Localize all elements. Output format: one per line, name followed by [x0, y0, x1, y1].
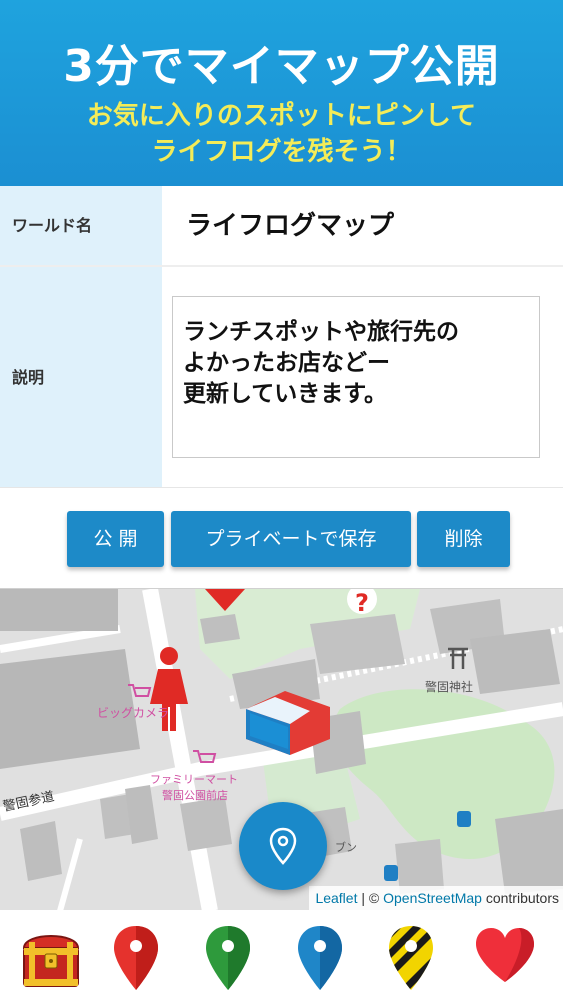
red-pin-icon	[114, 926, 158, 990]
blue-pin-button[interactable]	[294, 924, 346, 994]
description-textarea[interactable]: ランチスポットや旅行先の よかったお店などー 更新していきます。	[172, 296, 540, 458]
map-label-partial: ブン	[335, 840, 357, 854]
svg-text:?: ?	[355, 589, 369, 617]
publish-button[interactable]: 公 開	[67, 511, 164, 567]
heart-icon	[476, 928, 534, 982]
map-label-shrine: 警固神社	[425, 679, 473, 694]
attribution-contributors: contributors	[481, 890, 559, 906]
leaflet-link[interactable]: Leaflet	[315, 890, 357, 906]
red-pin-button[interactable]	[110, 924, 162, 994]
subtitle-line-1: お気に入りのスポットにピンして	[86, 101, 477, 131]
treasure-chest-icon	[22, 935, 80, 987]
caution-pin-button[interactable]	[385, 924, 437, 994]
world-form: ワールド名 ライフログマップ 説明 ランチスポットや旅行先の よかったお店などー…	[0, 186, 563, 488]
world-name-field[interactable]: ライフログマップ	[186, 186, 394, 265]
osm-link[interactable]: OpenStreetMap	[383, 890, 482, 906]
caution-striped-pin-icon	[389, 926, 433, 990]
map-label-store2-sub: 警固公園前店	[162, 788, 228, 802]
map-attribution: Leaflet | © OpenStreetMap contributors	[309, 886, 563, 910]
heart-button[interactable]	[472, 924, 538, 994]
map-label-store2: ファミリーマート	[150, 773, 238, 786]
world-name-label: ワールド名	[0, 186, 162, 265]
green-pin-button[interactable]	[202, 924, 254, 994]
save-private-button[interactable]: プライベートで保存	[171, 511, 411, 567]
delete-button[interactable]: 削除	[417, 511, 510, 567]
description-label: 説明	[0, 267, 162, 488]
location-pin-icon	[269, 827, 297, 865]
subtitle-line-2: ライフログを残そう！	[151, 137, 412, 167]
map-label-store1: ビッグカメラ	[97, 706, 169, 720]
attribution-separator: | ©	[357, 890, 384, 906]
green-pin-icon	[206, 926, 250, 990]
row-divider	[0, 487, 563, 488]
location-pin-button[interactable]	[239, 802, 327, 890]
pin-toolbar	[0, 910, 563, 1000]
header-banner: 3分でマイマップ公開 お気に入りのスポットにピンして ライフログを残そう！	[0, 0, 563, 186]
treasure-chest-button[interactable]	[20, 924, 82, 994]
page-title: 3分でマイマップ公開	[63, 41, 500, 92]
blue-pin-icon	[298, 926, 342, 990]
